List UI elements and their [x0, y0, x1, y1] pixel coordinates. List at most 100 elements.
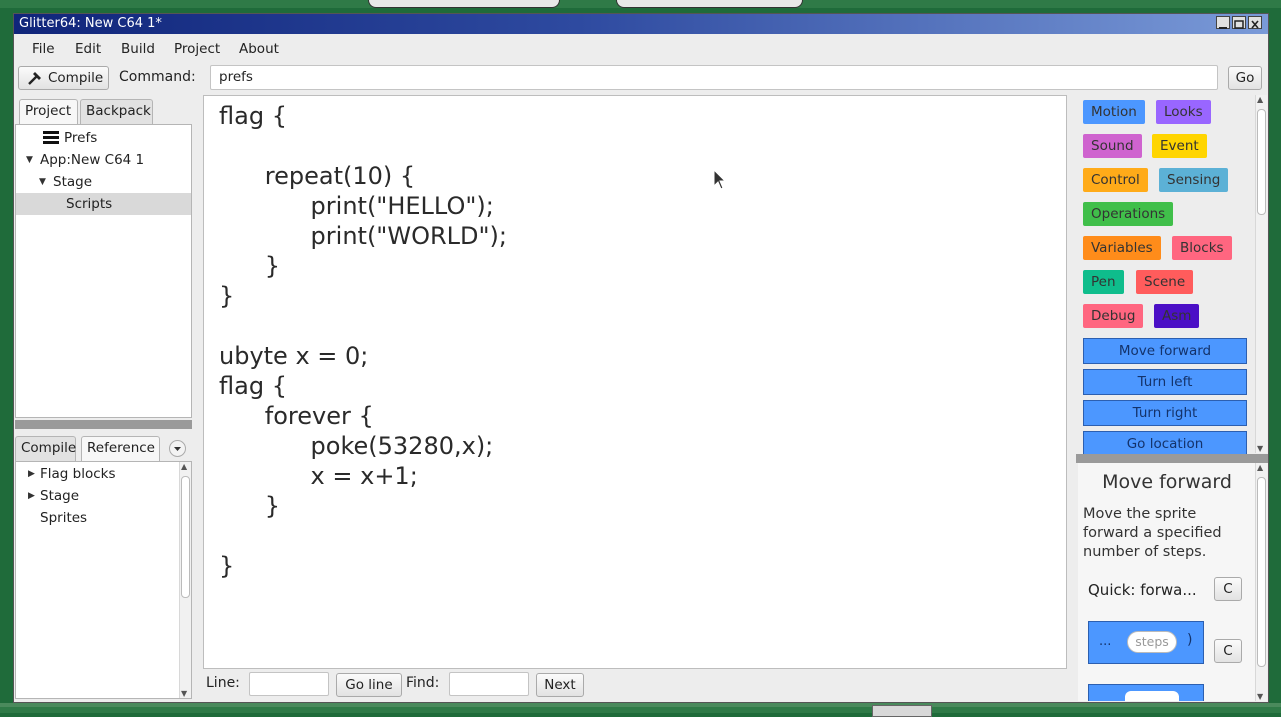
compile-button[interactable]: Compile [18, 66, 109, 90]
category-event[interactable]: Event [1152, 134, 1207, 158]
toolbar: Compile Command: prefs Go [14, 62, 1268, 94]
code-line: forever { [219, 402, 374, 430]
reference-scrollbar[interactable]: ▲ ▼ [179, 462, 191, 698]
category-asm[interactable]: Asm [1154, 304, 1200, 328]
example-block[interactable] [1088, 684, 1204, 701]
category-motion[interactable]: Motion [1083, 100, 1145, 124]
find-bar: Line: Go line Find: Next [203, 670, 1067, 702]
desktop-top-strip [0, 0, 1281, 8]
app-window: Glitter64: New C64 1* File Edit Build Pr… [13, 13, 1269, 703]
palette-scrollbar[interactable]: ▲ ▼ [1255, 95, 1267, 453]
mouse-cursor-icon [713, 169, 727, 190]
collapsed-arrow-icon[interactable]: ▶ [28, 463, 35, 485]
right-splitter[interactable] [1076, 454, 1268, 463]
block-turn-left[interactable]: Turn left [1083, 369, 1247, 395]
category-operations[interactable]: Operations [1083, 202, 1174, 226]
code-line: } [219, 252, 281, 280]
code-line: } [219, 492, 281, 520]
help-title: Move forward [1102, 471, 1232, 493]
scrollbar-thumb[interactable] [181, 476, 190, 598]
menu-about[interactable]: About [239, 41, 279, 57]
tree-item-flag-blocks-label: Flag blocks [40, 466, 116, 482]
code-line: } [219, 282, 235, 310]
find-input[interactable] [449, 672, 529, 696]
tree-item-stage[interactable]: ▼ Stage [16, 171, 191, 193]
scroll-down-icon[interactable]: ▼ [181, 689, 187, 698]
menu-edit[interactable]: Edit [75, 41, 101, 57]
category-variables[interactable]: Variables [1083, 236, 1161, 260]
tab-backpack[interactable]: Backpack [80, 99, 153, 124]
desktop-window-edge [872, 705, 932, 717]
example-block-input [1125, 691, 1179, 701]
code-editor[interactable]: flag { repeat(10) { print("HELLO"); prin… [203, 95, 1067, 669]
code-line: flag { [219, 372, 287, 400]
left-splitter[interactable] [15, 420, 192, 429]
minimize-icon[interactable] [1216, 16, 1230, 29]
tree-item-stage-label: Stage [53, 174, 93, 190]
tree-item-app[interactable]: ▼ App:New C64 1 [16, 149, 191, 171]
desktop-bottom-strip [0, 703, 1281, 717]
go-button[interactable]: Go [1228, 66, 1262, 90]
scrollbar-thumb[interactable] [1257, 109, 1266, 215]
category-looks[interactable]: Looks [1156, 100, 1211, 124]
title-bar[interactable]: Glitter64: New C64 1* [14, 14, 1268, 34]
tree-item-app-label: App:New C64 1 [40, 152, 145, 168]
scroll-down-icon[interactable]: ▼ [1257, 444, 1263, 453]
category-control[interactable]: Control [1083, 168, 1148, 192]
list-icon [43, 131, 59, 144]
menu-bar: File Edit Build Project About [14, 35, 1268, 61]
next-button[interactable]: Next [536, 673, 584, 697]
code-line: flag { [219, 102, 287, 130]
tree-item-ref-stage-label: Stage [40, 488, 80, 504]
menu-project[interactable]: Project [174, 41, 220, 57]
example-block[interactable]: ... steps ) [1088, 621, 1204, 664]
scroll-up-icon[interactable]: ▲ [1257, 463, 1263, 472]
tree-item-sprites[interactable]: Sprites [16, 507, 191, 529]
collapsed-arrow-icon[interactable]: ▶ [28, 485, 35, 507]
line-label: Line: [206, 675, 240, 691]
category-scene[interactable]: Scene [1136, 270, 1194, 294]
close-icon[interactable] [1248, 16, 1262, 29]
menu-build[interactable]: Build [121, 41, 155, 57]
example-block-prefix: ... [1099, 634, 1112, 649]
tab-menu-button[interactable] [169, 440, 186, 457]
block-move-forward[interactable]: Move forward [1083, 338, 1247, 364]
compile-button-label: Compile [48, 70, 104, 86]
tree-item-flag-blocks[interactable]: ▶ Flag blocks [16, 463, 191, 485]
window-title: Glitter64: New C64 1* [19, 16, 162, 31]
scroll-down-icon[interactable]: ▼ [1257, 692, 1263, 701]
help-scrollbar[interactable]: ▲ ▼ [1255, 463, 1267, 701]
chevron-down-icon [174, 447, 181, 451]
tree-item-prefs[interactable]: Prefs [16, 127, 191, 149]
scroll-up-icon[interactable]: ▲ [1257, 95, 1263, 104]
tab-reference[interactable]: Reference [81, 436, 160, 461]
expanded-arrow-icon[interactable]: ▼ [39, 171, 46, 193]
category-blocks[interactable]: Blocks [1172, 236, 1232, 260]
command-input[interactable]: prefs [210, 65, 1218, 90]
code-line: poke(53280,x); [219, 432, 494, 460]
copy-block-button[interactable]: C [1214, 639, 1242, 663]
tab-compile[interactable]: Compile [15, 436, 76, 461]
category-debug[interactable]: Debug [1083, 304, 1144, 328]
tab-project[interactable]: Project [19, 99, 78, 124]
block-turn-right[interactable]: Turn right [1083, 400, 1247, 426]
menu-file[interactable]: File [32, 41, 55, 57]
example-block-suffix: ) [1187, 632, 1193, 648]
hammer-icon [28, 72, 41, 85]
tree-item-scripts[interactable]: Scripts [16, 193, 191, 215]
go-line-button[interactable]: Go line [336, 673, 402, 697]
scrollbar-thumb[interactable] [1257, 477, 1266, 667]
copy-quick-button[interactable]: C [1214, 577, 1242, 601]
maximize-icon[interactable] [1232, 16, 1246, 29]
line-input[interactable] [249, 672, 329, 696]
tree-item-scripts-label: Scripts [66, 196, 113, 212]
scroll-up-icon[interactable]: ▲ [181, 462, 187, 471]
steps-input[interactable]: steps [1127, 631, 1177, 653]
category-pen[interactable]: Pen [1083, 270, 1124, 294]
help-pane: Move forward Move the sprite forward a s… [1078, 463, 1256, 701]
tree-item-ref-stage[interactable]: ▶ Stage [16, 485, 191, 507]
category-sensing[interactable]: Sensing [1159, 168, 1229, 192]
code-line: print("WORLD"); [219, 222, 507, 250]
category-sound[interactable]: Sound [1083, 134, 1142, 158]
expanded-arrow-icon[interactable]: ▼ [26, 149, 33, 171]
